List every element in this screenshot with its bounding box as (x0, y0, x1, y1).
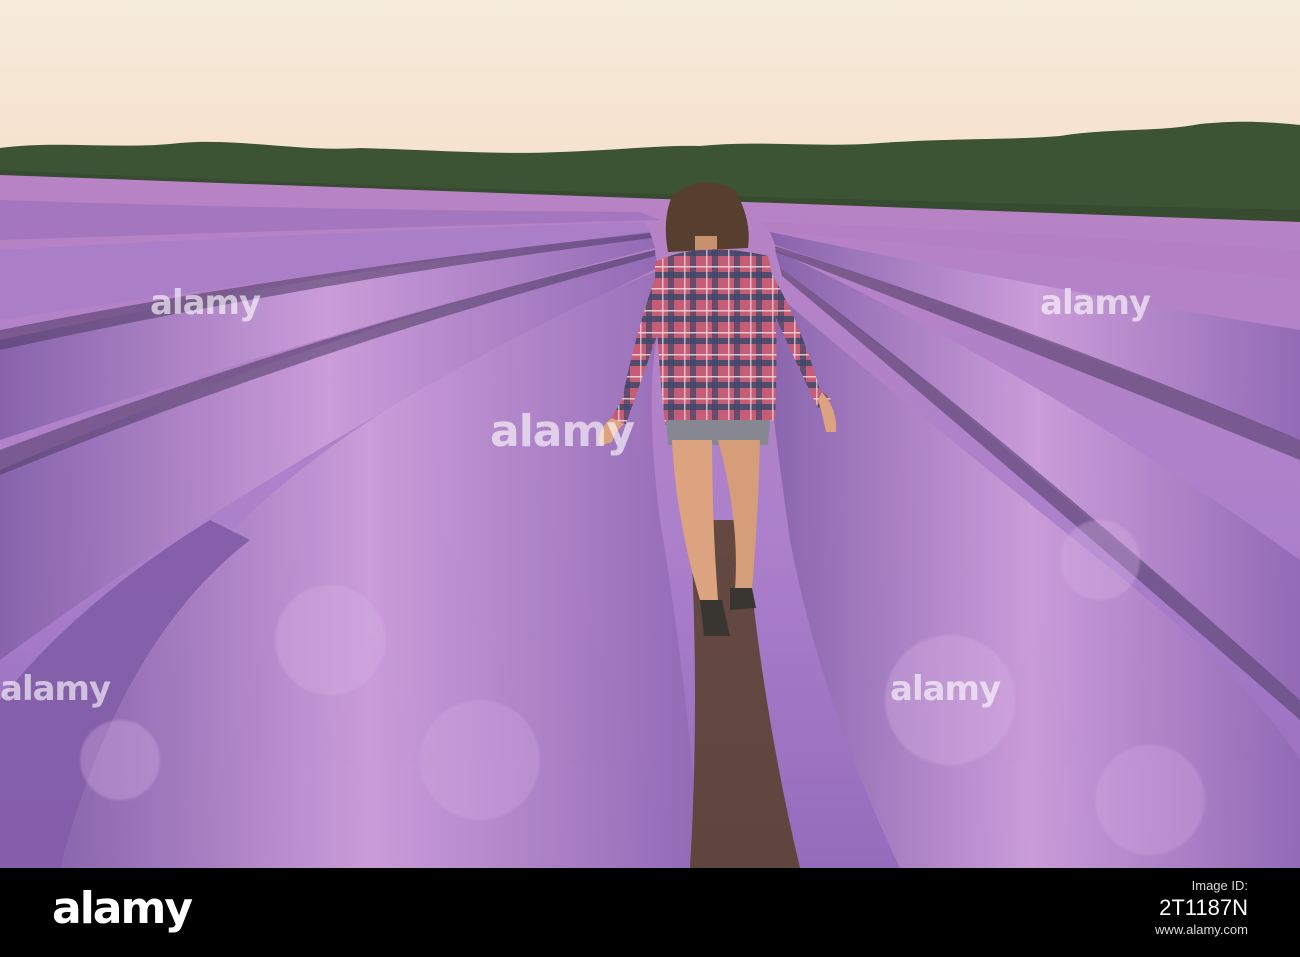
image-id-label: Image ID: (1191, 878, 1248, 893)
image-id: 2T1187N (1159, 895, 1248, 921)
photo-frame: alamy alamy alamy alamy alamy alamy Imag… (0, 0, 1300, 957)
lavender-field-photo (0, 0, 1300, 868)
watermark-right: alamy (1040, 283, 1151, 323)
watermark-left: alamy (150, 283, 261, 323)
site-url: www.alamy.com (1155, 921, 1248, 937)
watermark-bottom-right: alamy (890, 669, 1001, 709)
watermark-bottom-left: alamy (0, 669, 111, 709)
image-meta: Image ID: 2T1187N www.alamy.com (1155, 878, 1248, 938)
footer-bar (0, 868, 1300, 957)
alamy-logo: alamy (52, 883, 193, 934)
watermark-center: alamy (490, 406, 635, 457)
